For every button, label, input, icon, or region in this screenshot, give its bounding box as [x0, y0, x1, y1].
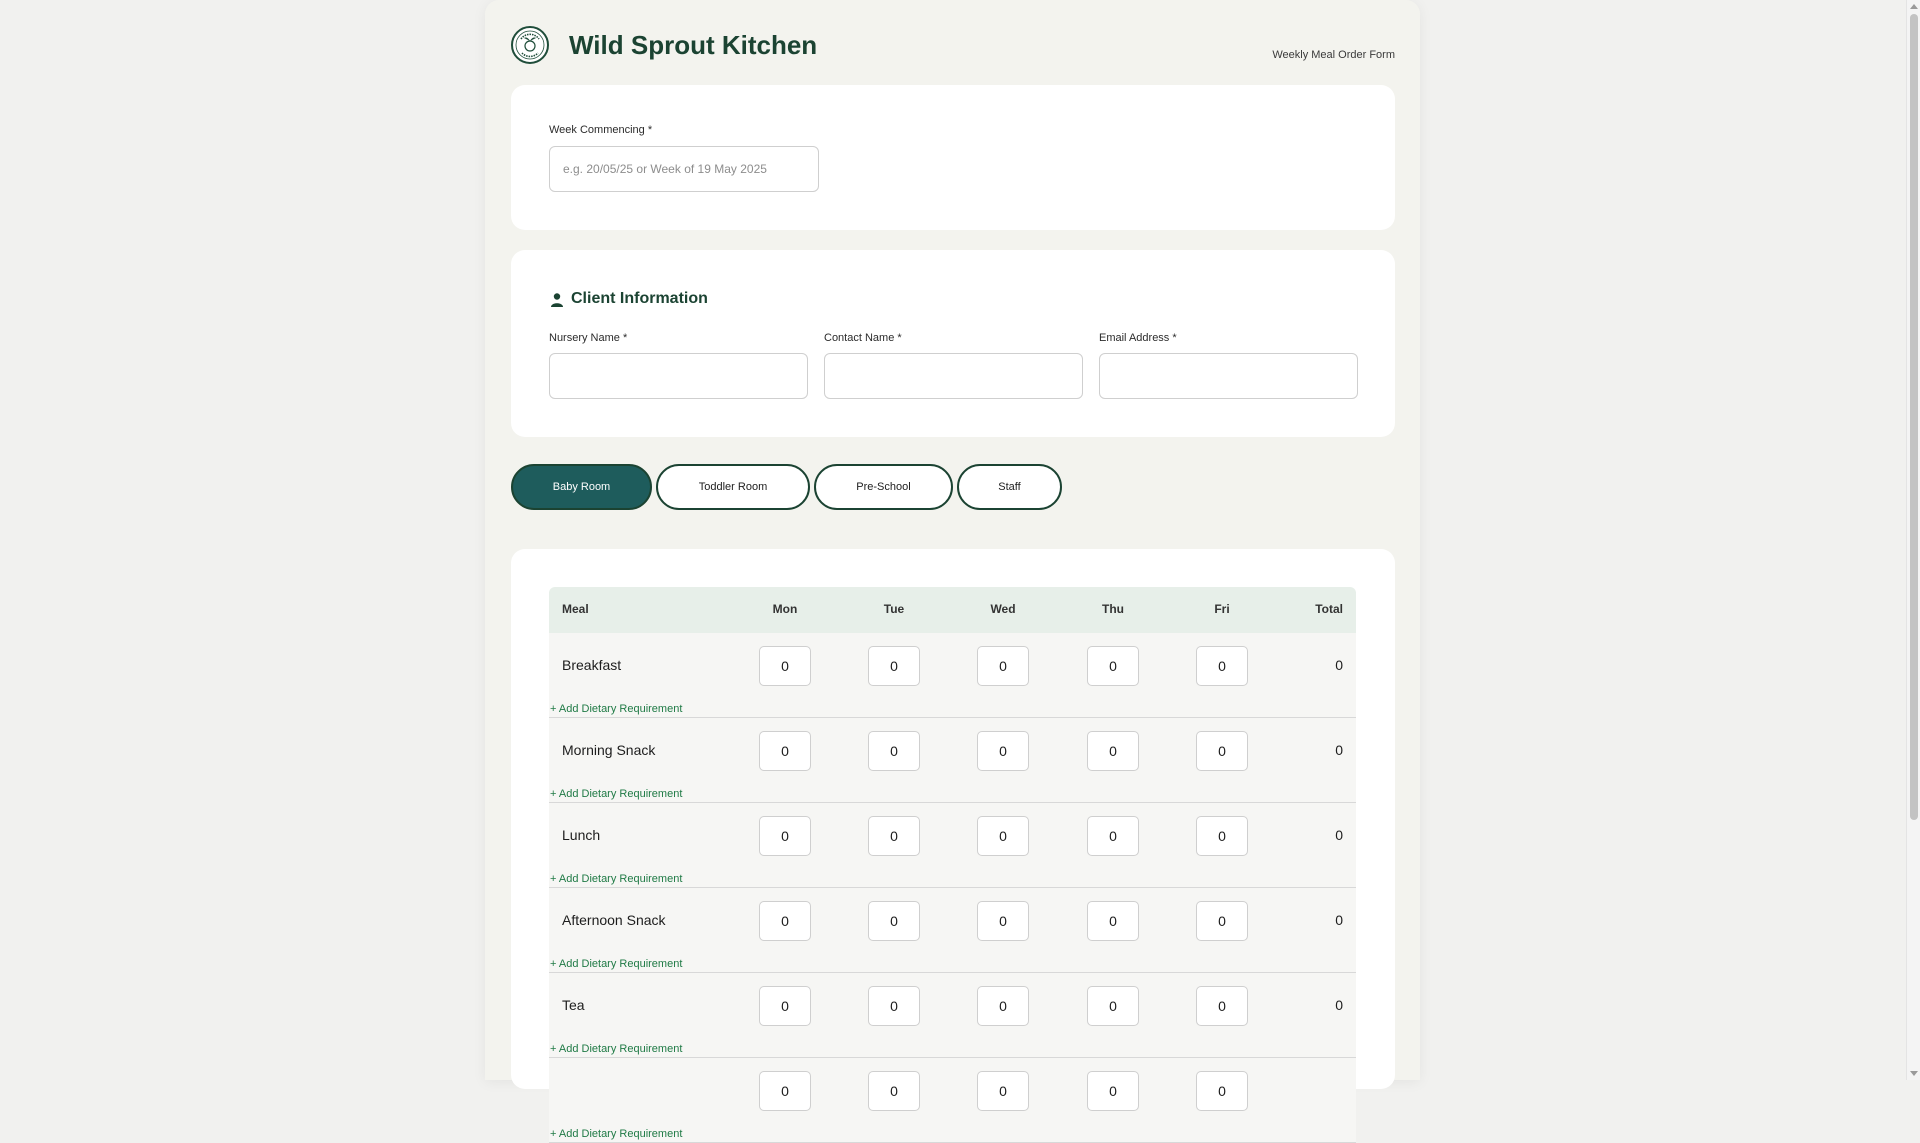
- tab-baby-room[interactable]: Baby Room: [511, 464, 652, 510]
- row-total: 0: [1335, 657, 1343, 673]
- meal-row-main: Breakfast 0: [549, 633, 1356, 699]
- client-information-card: Client Information Nursery Name * Contac…: [511, 250, 1395, 437]
- nursery-name-label: Nursery Name *: [549, 332, 628, 344]
- add-dietary-requirement-link[interactable]: + Add Dietary Requirement: [550, 1128, 682, 1140]
- quantity-input-wed[interactable]: [977, 1071, 1029, 1111]
- quantity-input-fri[interactable]: [1196, 986, 1248, 1026]
- quantity-input-tue[interactable]: [868, 646, 920, 686]
- add-dietary-requirement-link[interactable]: + Add Dietary Requirement: [550, 1043, 682, 1055]
- quantity-input-wed[interactable]: [977, 731, 1029, 771]
- form-name: Weekly Meal Order Form: [1272, 49, 1395, 61]
- quantity-input-fri[interactable]: [1196, 731, 1248, 771]
- quantity-input-thu[interactable]: [1087, 901, 1139, 941]
- row-total: 0: [1335, 827, 1343, 843]
- week-commencing-label: Week Commencing *: [549, 124, 653, 136]
- meal-row-main: Lunch 0: [549, 803, 1356, 869]
- table-row: + Add Dietary Requirement: [549, 1058, 1356, 1143]
- quantity-input-thu[interactable]: [1087, 816, 1139, 856]
- meal-row-main: Morning Snack 0: [549, 718, 1356, 784]
- meal-order-card: Meal Mon Tue Wed Thu Fri Total Breakfast…: [511, 549, 1395, 1143]
- quantity-input-mon[interactable]: [759, 1071, 811, 1111]
- column-header-meal: Meal: [562, 602, 589, 616]
- quantity-input-fri[interactable]: [1196, 901, 1248, 941]
- column-header-total: Total: [1315, 602, 1343, 616]
- table-header: Meal Mon Tue Wed Thu Fri Total: [549, 587, 1356, 633]
- quantity-input-thu[interactable]: [1087, 731, 1139, 771]
- header: Wild Sprout Kitchen Weekly Meal Order Fo…: [511, 26, 1395, 66]
- week-commencing-input[interactable]: [549, 146, 819, 192]
- email-address-input[interactable]: [1099, 353, 1358, 399]
- meal-name: Lunch: [562, 827, 601, 843]
- tab-toddler-room[interactable]: Toddler Room: [656, 464, 810, 510]
- quantity-input-mon[interactable]: [759, 901, 811, 941]
- week-card: Week Commencing *: [511, 85, 1395, 230]
- row-total: 0: [1335, 742, 1343, 758]
- meal-name: Afternoon Snack: [562, 912, 666, 928]
- add-dietary-requirement-link[interactable]: + Add Dietary Requirement: [550, 703, 682, 715]
- add-dietary-requirement-link[interactable]: + Add Dietary Requirement: [550, 958, 682, 970]
- quantity-input-tue[interactable]: [868, 731, 920, 771]
- tab-pre-school[interactable]: Pre-School: [814, 464, 953, 510]
- email-address-label: Email Address *: [1099, 332, 1177, 344]
- meal-name: Morning Snack: [562, 742, 656, 758]
- table-row: Breakfast 0 + Add Dietary Requirement: [549, 633, 1356, 718]
- quantity-input-mon[interactable]: [759, 731, 811, 771]
- nursery-name-input[interactable]: [549, 353, 808, 399]
- meal-row-main: Tea 0: [549, 973, 1356, 1039]
- quantity-input-wed[interactable]: [977, 646, 1029, 686]
- quantity-input-tue[interactable]: [868, 816, 920, 856]
- quantity-input-wed[interactable]: [977, 901, 1029, 941]
- table-row: Morning Snack 0 + Add Dietary Requirement: [549, 718, 1356, 803]
- quantity-input-mon[interactable]: [759, 646, 811, 686]
- quantity-input-tue[interactable]: [868, 986, 920, 1026]
- quantity-input-thu[interactable]: [1087, 1071, 1139, 1111]
- add-dietary-requirement-link[interactable]: + Add Dietary Requirement: [550, 873, 682, 885]
- client-information-title: Client Information: [571, 290, 708, 307]
- scroll-down-arrow-icon[interactable]: [1910, 1071, 1918, 1076]
- quantity-input-mon[interactable]: [759, 986, 811, 1026]
- quantity-input-mon[interactable]: [759, 816, 811, 856]
- scroll-thumb[interactable]: [1910, 14, 1918, 820]
- meal-row-main: [549, 1058, 1356, 1124]
- row-total: 0: [1335, 912, 1343, 928]
- scroll-up-arrow-icon[interactable]: [1910, 4, 1918, 9]
- quantity-input-fri[interactable]: [1196, 1071, 1248, 1111]
- column-header-thu: Thu: [1102, 602, 1124, 616]
- wild-sprout-logo-icon: [511, 26, 549, 64]
- quantity-input-wed[interactable]: [977, 986, 1029, 1026]
- contact-name-input[interactable]: [824, 353, 1083, 399]
- person-icon: [551, 293, 563, 307]
- brand-title: Wild Sprout Kitchen: [569, 30, 818, 60]
- row-total: 0: [1335, 997, 1343, 1013]
- page-scrollbar[interactable]: [1906, 0, 1920, 1080]
- quantity-input-thu[interactable]: [1087, 646, 1139, 686]
- table-row: Lunch 0 + Add Dietary Requirement: [549, 803, 1356, 888]
- meal-name: Breakfast: [562, 657, 622, 673]
- quantity-input-tue[interactable]: [868, 1071, 920, 1111]
- column-header-mon: Mon: [772, 602, 798, 616]
- quantity-input-thu[interactable]: [1087, 986, 1139, 1026]
- contact-name-label: Contact Name *: [824, 332, 902, 344]
- meal-name: Tea: [562, 997, 585, 1013]
- table-row: Tea 0 + Add Dietary Requirement: [549, 973, 1356, 1058]
- table-row: Afternoon Snack 0 + Add Dietary Requiremen…: [549, 888, 1356, 973]
- add-dietary-requirement-link[interactable]: + Add Dietary Requirement: [550, 788, 682, 800]
- quantity-input-fri[interactable]: [1196, 646, 1248, 686]
- meal-order-table: Meal Mon Tue Wed Thu Fri Total Breakfast…: [549, 587, 1356, 1143]
- column-header-tue: Tue: [883, 602, 905, 616]
- column-header-fri: Fri: [1214, 602, 1230, 616]
- order-form-page: Wild Sprout Kitchen Weekly Meal Order Fo…: [485, 0, 1420, 1143]
- quantity-input-wed[interactable]: [977, 816, 1029, 856]
- table-body: Breakfast0+ Add Dietary RequirementMorni…: [549, 633, 1356, 1143]
- quantity-input-fri[interactable]: [1196, 816, 1248, 856]
- tab-staff[interactable]: Staff: [957, 464, 1062, 510]
- meal-row-main: Afternoon Snack 0: [549, 888, 1356, 954]
- column-header-wed: Wed: [990, 602, 1016, 616]
- quantity-input-tue[interactable]: [868, 901, 920, 941]
